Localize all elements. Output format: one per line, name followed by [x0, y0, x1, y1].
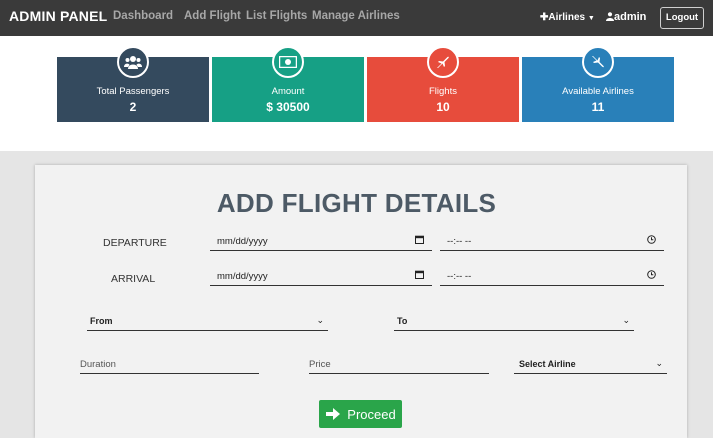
- proceed-button-label: Proceed: [347, 406, 396, 422]
- date-placeholder: mm/dd/yyyy: [217, 236, 268, 247]
- caret-down-icon: ▼: [587, 15, 595, 22]
- arrival-label: ARRIVAL: [111, 273, 156, 285]
- clock-icon[interactable]: [647, 270, 656, 282]
- to-select[interactable]: To ⌄: [394, 313, 634, 331]
- username: admin: [614, 11, 647, 23]
- to-select-value: To: [397, 316, 408, 326]
- logout-button[interactable]: Logout: [660, 7, 704, 29]
- clock-icon[interactable]: [647, 235, 656, 247]
- arrow-right-icon: [326, 408, 341, 420]
- arrival-time-input[interactable]: --:-- --: [440, 268, 664, 286]
- proceed-button[interactable]: Proceed: [319, 400, 402, 428]
- stat-value: 2: [129, 100, 137, 114]
- nav-add-flight[interactable]: Add Flight: [184, 10, 241, 22]
- stat-value: $ 30500: [266, 100, 310, 114]
- departure-label: DEPARTURE: [103, 237, 167, 249]
- stat-value: 10: [436, 100, 450, 114]
- calendar-icon[interactable]: [415, 270, 424, 282]
- airline-select-value: Select Airline: [519, 359, 576, 369]
- stat-value: 11: [591, 100, 605, 114]
- price-placeholder: Price: [309, 359, 331, 370]
- plane-icon: [427, 46, 459, 78]
- users-icon: [117, 46, 149, 78]
- duration-input[interactable]: Duration: [80, 356, 259, 374]
- departure-date-input[interactable]: mm/dd/yyyy: [210, 233, 432, 251]
- calendar-icon[interactable]: [415, 235, 424, 247]
- top-navbar: ADMIN PANEL Dashboard Add Flight List Fl…: [0, 0, 713, 36]
- departure-time-input[interactable]: --:-- --: [440, 233, 664, 251]
- stat-card-amount: Amount $ 30500: [212, 46, 364, 122]
- duration-placeholder: Duration: [80, 359, 116, 370]
- user-menu[interactable]: admin: [606, 11, 646, 23]
- chevron-down-icon: ⌄: [316, 315, 324, 325]
- nav-list-flights[interactable]: List Flights: [246, 10, 307, 22]
- from-select[interactable]: From ⌄: [87, 313, 328, 331]
- money-icon: [272, 46, 304, 78]
- stat-card-passengers: Total Passengers 2: [57, 46, 209, 122]
- user-icon: [606, 12, 614, 21]
- stat-title: Available Airlines: [562, 86, 634, 97]
- stat-card-flights: Flights 10: [367, 46, 519, 122]
- form-title: ADD FLIGHT DETAILS: [216, 188, 497, 218]
- plane-icon: [582, 46, 614, 78]
- nav-manage-airlines[interactable]: Manage Airlines: [312, 10, 400, 22]
- from-select-value: From: [90, 316, 113, 326]
- stat-title: Flights: [429, 86, 457, 97]
- airline-select[interactable]: Select Airline ⌄: [514, 356, 667, 374]
- stat-title: Amount: [271, 86, 305, 97]
- airlines-dropdown[interactable]: ✚Airlines ▼: [540, 12, 595, 23]
- nav-dashboard[interactable]: Dashboard: [113, 10, 173, 22]
- date-placeholder: mm/dd/yyyy: [217, 271, 268, 282]
- stat-card-airlines: Available Airlines 11: [522, 46, 674, 122]
- chevron-down-icon: ⌄: [622, 315, 630, 325]
- chevron-down-icon: ⌄: [655, 358, 663, 368]
- time-placeholder: --:-- --: [447, 271, 472, 282]
- stat-title: Total Passengers: [96, 86, 170, 97]
- arrival-date-input[interactable]: mm/dd/yyyy: [210, 268, 432, 286]
- time-placeholder: --:-- --: [447, 236, 472, 247]
- airlines-dropdown-label: Airlines: [548, 12, 586, 23]
- brand-title[interactable]: ADMIN PANEL: [9, 8, 107, 24]
- price-input[interactable]: Price: [309, 356, 489, 374]
